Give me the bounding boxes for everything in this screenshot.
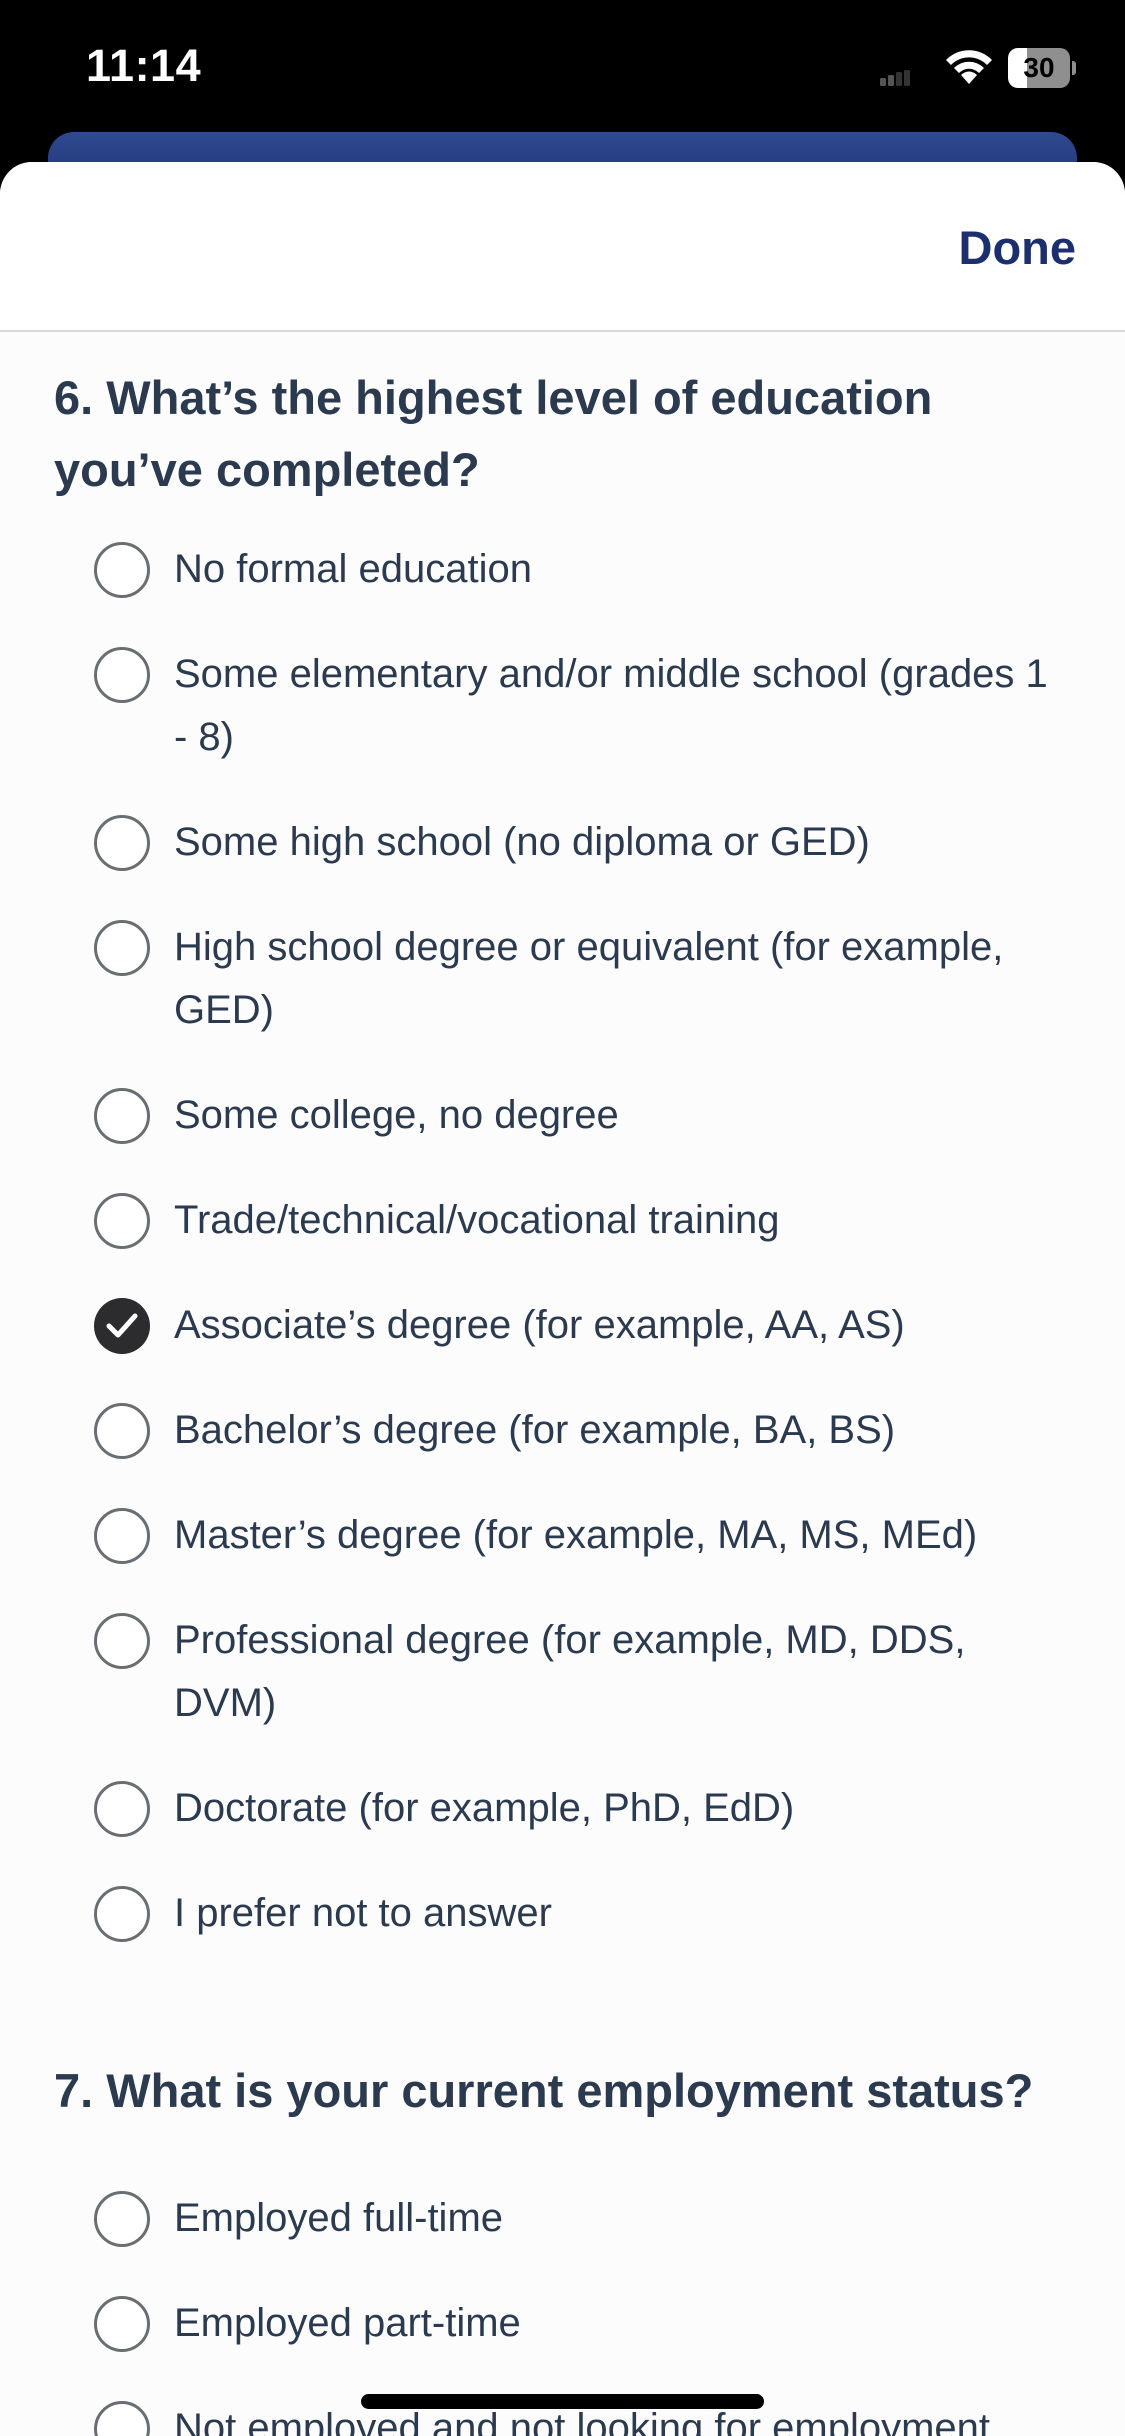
survey-sheet: Done 6. What’s the highest level of educ… [0, 162, 1125, 2436]
sheet-header: Done [0, 162, 1125, 332]
radio-unchecked-icon[interactable] [94, 1088, 150, 1144]
radio-unchecked-icon[interactable] [94, 1613, 150, 1669]
option-label: Doctorate (for example, PhD, EdD) [174, 1786, 795, 1830]
radio-unchecked-icon[interactable] [94, 1193, 150, 1249]
status-time: 11:14 [86, 40, 202, 91]
done-button[interactable]: Done [959, 220, 1077, 275]
option-label: Some elementary and/or middle school (gr… [174, 652, 1048, 759]
radio-unchecked-icon[interactable] [94, 2296, 150, 2352]
radio-unchecked-icon[interactable] [94, 1781, 150, 1837]
radio-unchecked-icon[interactable] [94, 542, 150, 598]
question-6-title: 6. What’s the highest level of education… [54, 371, 933, 496]
app-screen: 11:14 30 Done 6. What’s the highest leve [0, 0, 1125, 2436]
radio-unchecked-icon[interactable] [94, 1886, 150, 1942]
option-label: Master’s degree (for example, MA, MS, ME… [174, 1513, 978, 1557]
option-label: Employed full-time [174, 2196, 504, 2240]
wifi-icon [946, 50, 992, 84]
radio-unchecked-icon[interactable] [94, 2191, 150, 2247]
checkmark-icon [106, 1313, 138, 1338]
radio-unchecked-icon[interactable] [94, 1403, 150, 1459]
option-label: I prefer not to answer [174, 1891, 552, 1935]
status-bar: 11:14 30 [0, 0, 1125, 132]
option-label: Trade/technical/vocational training [174, 1198, 780, 1242]
battery-icon: 30 [1008, 48, 1076, 88]
cellular-signal-icon [880, 70, 910, 86]
radio-unchecked-icon[interactable] [94, 2401, 150, 2436]
option-label: No formal education [174, 547, 532, 591]
option-label: Employed part-time [174, 2301, 521, 2345]
option-label: High school degree or equivalent (for ex… [174, 925, 1004, 1032]
option-label: Professional degree (for example, MD, DD… [174, 1618, 966, 1725]
question-7-title: 7. What is your current employment statu… [54, 2064, 1034, 2117]
radio-unchecked-icon[interactable] [94, 647, 150, 703]
radio-unchecked-icon[interactable] [94, 920, 150, 976]
home-indicator [361, 2394, 764, 2409]
battery-percent: 30 [1023, 52, 1055, 83]
radio-unchecked-icon[interactable] [94, 815, 150, 871]
radio-unchecked-icon[interactable] [94, 1508, 150, 1564]
option-label: Associate’s degree (for example, AA, AS) [174, 1303, 905, 1347]
option-label: Some college, no degree [174, 1093, 619, 1137]
radio-checked-icon[interactable] [94, 1298, 150, 1354]
option-label: Some high school (no diploma or GED) [174, 820, 870, 864]
option-label: Bachelor’s degree (for example, BA, BS) [174, 1408, 896, 1452]
